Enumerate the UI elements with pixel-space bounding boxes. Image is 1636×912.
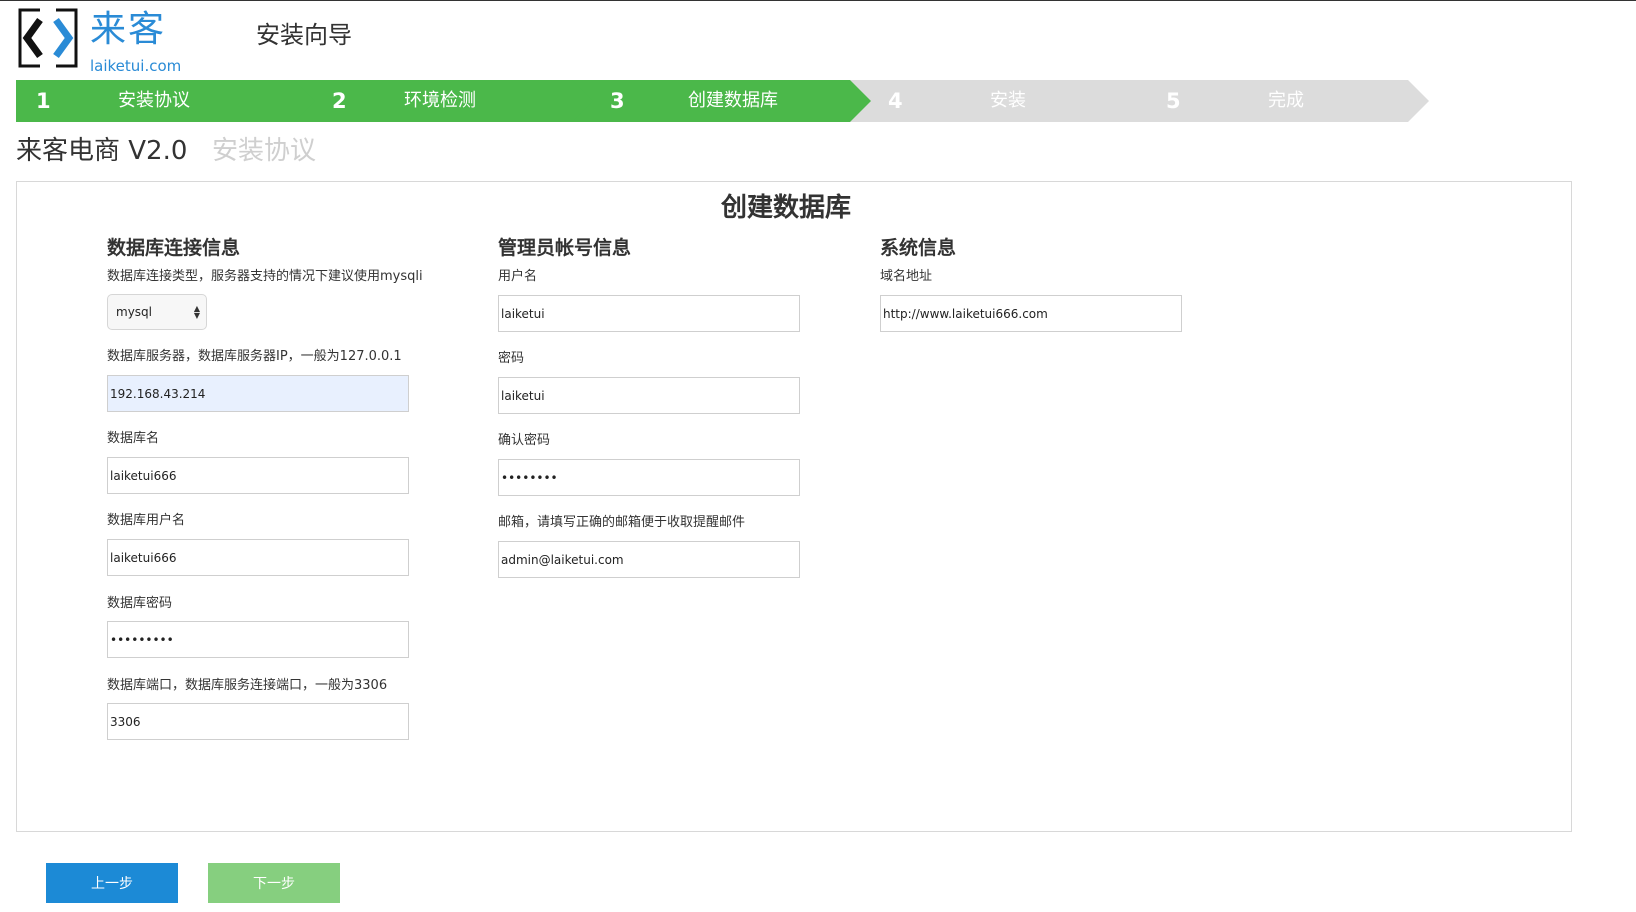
domain-label: 域名地址 [880, 269, 933, 284]
step-3: 3 创建数据库 [572, 80, 874, 122]
db-port-label: 数据库端口，数据库服务连接端口，一般为3306 [107, 678, 388, 693]
step-4-number: 4 [888, 89, 903, 113]
admin-username-label: 用户名 [498, 269, 538, 284]
db-user-label: 数据库用户名 [107, 513, 186, 528]
step-2-label: 环境检测 [404, 90, 476, 111]
admin-confirm-label: 确认密码 [498, 433, 551, 448]
db-server-label: 数据库服务器，数据库服务器IP，一般为127.0.0.1 [107, 349, 402, 364]
db-server-input[interactable] [107, 375, 409, 412]
admin-username-input[interactable] [498, 295, 800, 332]
step-1: 1 安装协议 [16, 80, 318, 122]
db-section-title: 数据库连接信息 [107, 237, 241, 259]
db-port-input[interactable] [107, 703, 409, 740]
step-4-label: 安装 [990, 90, 1026, 111]
system-section-title: 系统信息 [880, 237, 957, 259]
logo-mark-icon [18, 8, 78, 68]
prev-step-button[interactable]: 上一步 [46, 863, 178, 903]
admin-email-input[interactable] [498, 541, 800, 578]
brand-logo: 来客 laiketui.com [18, 8, 181, 74]
db-type-label: 数据库连接类型，服务器支持的情况下建议使用mysqli [107, 269, 423, 284]
panel-title: 创建数据库 [720, 193, 851, 223]
logo-text-en: laiketui.com [90, 57, 182, 75]
step-2: 2 环境检测 [294, 80, 596, 122]
wizard-title: 安装向导 [256, 21, 352, 49]
db-password-input[interactable] [107, 621, 409, 658]
admin-password-label: 密码 [498, 351, 525, 366]
app-name: 来客电商 V2.0 [16, 136, 188, 166]
select-arrows-icon: ▲ ▼ [193, 304, 200, 320]
top-border [0, 0, 1636, 1]
step-3-number: 3 [610, 89, 625, 113]
db-user-input[interactable] [107, 539, 409, 576]
admin-section-title: 管理员帐号信息 [498, 237, 632, 259]
step-1-number: 1 [36, 89, 51, 113]
step-4: 4 安装 [850, 80, 1152, 122]
step-progress-bar: 1 安装协议 2 环境检测 3 创建数据库 4 安装 5 完成 [16, 80, 1429, 122]
db-name-input[interactable] [107, 457, 409, 494]
admin-email-label: 邮箱，请填写正确的邮箱便于收取提醒邮件 [498, 515, 746, 530]
domain-input[interactable] [880, 295, 1182, 332]
step-3-label: 创建数据库 [688, 90, 778, 111]
step-5-number: 5 [1166, 89, 1181, 113]
step-5-label: 完成 [1268, 90, 1304, 111]
step-2-number: 2 [332, 89, 347, 113]
db-type-select[interactable]: mysql ▲ ▼ [107, 294, 207, 330]
page-name: 安装协议 [212, 136, 317, 166]
admin-password-input[interactable] [498, 377, 800, 414]
next-step-button[interactable]: 下一步 [208, 863, 340, 903]
step-5: 5 完成 [1128, 80, 1430, 122]
db-name-label: 数据库名 [107, 431, 160, 446]
step-1-label: 安装协议 [118, 90, 190, 111]
db-password-label: 数据库密码 [107, 596, 173, 611]
admin-confirm-input[interactable] [498, 459, 800, 496]
db-type-select-value: mysql [116, 305, 152, 319]
logo-text-cn: 来客 [90, 9, 167, 50]
